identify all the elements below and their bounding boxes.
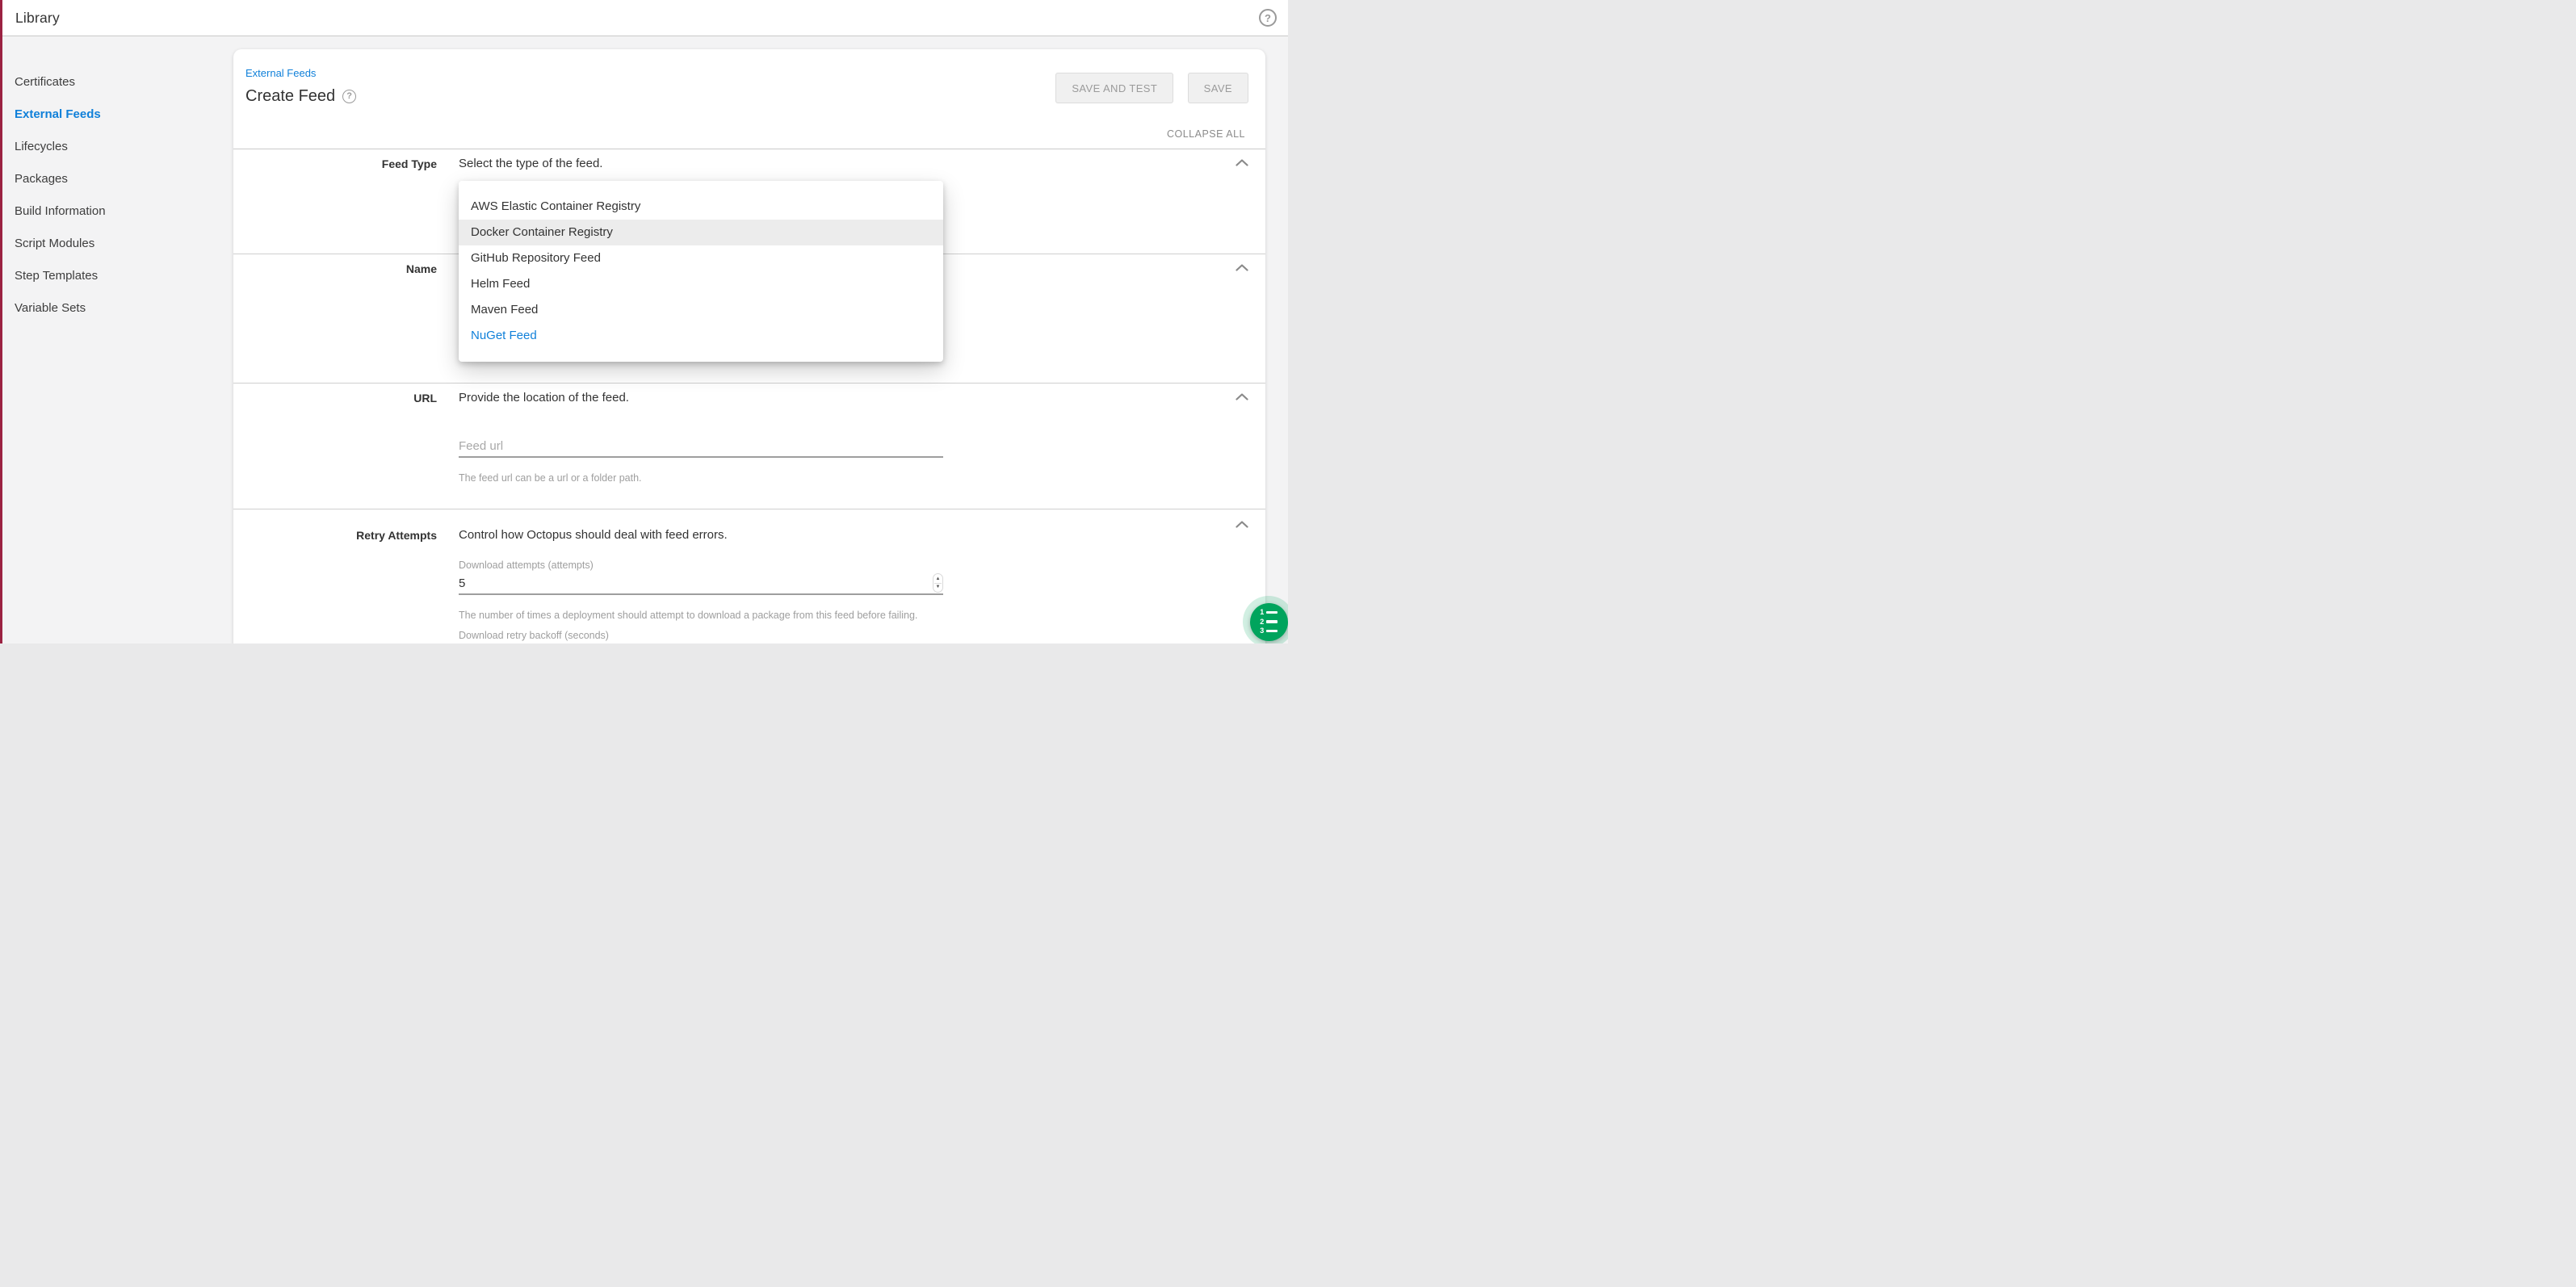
stepper-up-icon[interactable]: ▲ (936, 576, 941, 581)
download-attempts-field-label: Download attempts (attempts) (459, 560, 943, 571)
title-help-icon[interactable]: ? (342, 90, 356, 103)
feed-type-label: Feed Type (233, 156, 437, 254)
stepper-down-icon[interactable]: ▼ (936, 585, 941, 589)
dropdown-item-helm-feed[interactable]: Helm Feed (459, 271, 943, 297)
breadcrumb-and-title: External Feeds Create Feed ? (245, 66, 356, 107)
title-line: Create Feed ? (245, 86, 356, 107)
collapse-all-button[interactable]: COLLAPSE ALL (1167, 128, 1245, 140)
download-attempts-helper: The number of times a deployment should … (459, 610, 943, 621)
dropdown-item-nuget-feed[interactable]: NuGet Feed (459, 323, 943, 349)
help-icon[interactable]: ? (1259, 9, 1277, 27)
left-accent-stripe (0, 0, 2, 644)
dropdown-item-maven-feed[interactable]: Maven Feed (459, 297, 943, 323)
retry-description: Control how Octopus should deal with fee… (459, 527, 943, 543)
feed-url-field (459, 435, 943, 458)
breadcrumb-external-feeds[interactable]: External Feeds (245, 67, 316, 79)
retry-attempts-body: Control how Octopus should deal with fee… (459, 527, 943, 644)
collapse-all-row: COLLAPSE ALL (233, 127, 1265, 149)
collapse-chevron-up-icon[interactable] (1236, 393, 1248, 400)
action-buttons: SAVE AND TEST SAVE (1045, 73, 1248, 107)
fab-halo: 1 2 3 (1243, 596, 1288, 644)
library-screen: Library ? Certificates External Feeds Li… (0, 0, 1288, 644)
download-attempts-input[interactable] (459, 572, 943, 593)
dropdown-item-aws-elastic-container-registry[interactable]: AWS Elastic Container Registry (459, 194, 943, 220)
collapse-chevron-up-icon[interactable] (1236, 159, 1248, 166)
url-helper-text: The feed url can be a url or a folder pa… (459, 472, 943, 484)
collapse-chevron-up-icon[interactable] (1236, 521, 1248, 528)
section-retry-attempts: Retry Attempts Control how Octopus shoul… (233, 509, 1265, 644)
sidebar-item-variable-sets[interactable]: Variable Sets (2, 291, 231, 324)
page-header-title: Library (15, 10, 60, 27)
sidebar-item-build-information[interactable]: Build Information (2, 195, 231, 227)
dropdown-item-docker-container-registry[interactable]: Docker Container Registry (459, 220, 943, 245)
url-description: Provide the location of the feed. (459, 390, 943, 406)
retry-backoff-field-label: Download retry backoff (seconds) (459, 630, 943, 641)
feed-type-dropdown-menu: AWS Elastic Container Registry Docker Co… (459, 181, 943, 362)
name-label: Name (233, 261, 437, 383)
sidebar: Certificates External Feeds Lifecycles P… (2, 37, 231, 644)
feed-url-input[interactable] (459, 435, 943, 456)
collapse-chevron-up-icon[interactable] (1236, 264, 1248, 271)
top-bar: Library ? (0, 0, 1288, 36)
sidebar-item-script-modules[interactable]: Script Modules (2, 227, 231, 259)
sidebar-item-certificates[interactable]: Certificates (2, 65, 231, 98)
retry-attempts-label: Retry Attempts (233, 527, 437, 644)
dropdown-item-github-repository-feed[interactable]: GitHub Repository Feed (459, 245, 943, 271)
section-url: URL Provide the location of the feed. Th… (233, 383, 1265, 509)
url-body: Provide the location of the feed. The fe… (459, 390, 943, 509)
sidebar-item-external-feeds[interactable]: External Feeds (2, 98, 231, 130)
stepper-divider (934, 583, 942, 584)
number-stepper[interactable]: ▲ ▼ (933, 573, 943, 593)
sidebar-item-lifecycles[interactable]: Lifecycles (2, 130, 231, 162)
card-header: External Feeds Create Feed ? SAVE AND TE… (233, 49, 1265, 107)
save-button[interactable]: SAVE (1188, 73, 1248, 103)
save-and-test-button[interactable]: SAVE AND TEST (1055, 73, 1173, 103)
task-list-fab-button[interactable]: 1 2 3 (1250, 603, 1288, 641)
download-attempts-field: ▲ ▼ (459, 572, 943, 595)
sidebar-item-step-templates[interactable]: Step Templates (2, 259, 231, 291)
url-label: URL (233, 390, 437, 509)
ordered-list-icon: 1 2 3 (1260, 609, 1278, 635)
page-title: Create Feed (245, 86, 335, 107)
sidebar-item-packages[interactable]: Packages (2, 162, 231, 195)
